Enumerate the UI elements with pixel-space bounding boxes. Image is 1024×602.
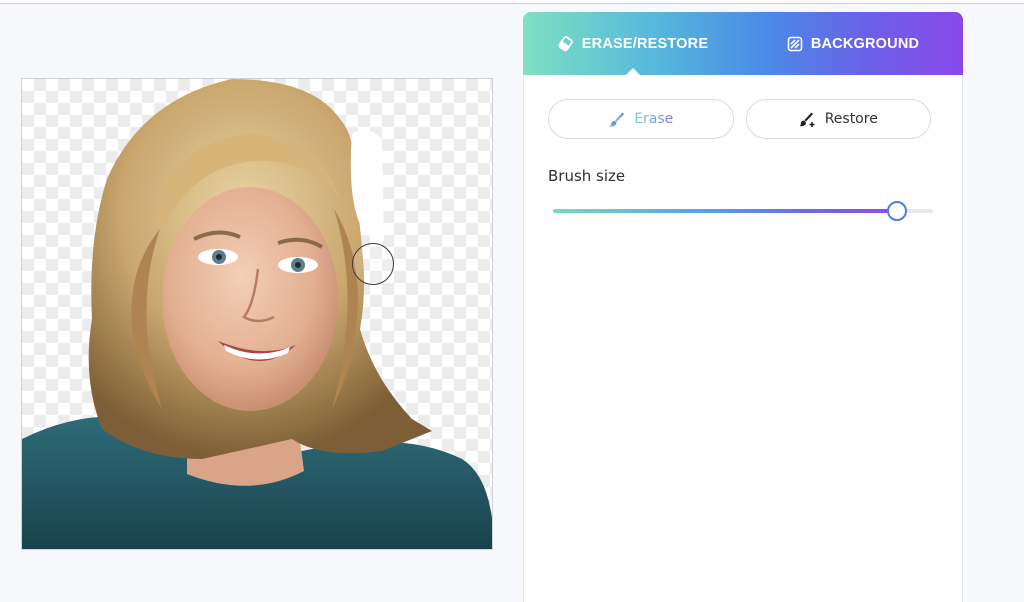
slider-fill bbox=[553, 209, 897, 213]
restore-button[interactable]: Restore bbox=[745, 99, 931, 139]
erase-button-label: Erase bbox=[634, 111, 674, 127]
tab-background-label: BACKGROUND bbox=[810, 35, 920, 52]
tab-erase-restore-label: ERASE/RESTORE bbox=[581, 35, 709, 52]
slider-thumb[interactable] bbox=[886, 201, 907, 221]
restore-button-label: Restore bbox=[824, 111, 878, 127]
erase-button[interactable]: Erase bbox=[548, 99, 734, 139]
background-icon bbox=[787, 36, 803, 52]
brush-cursor bbox=[352, 243, 394, 285]
tab-erase-restore[interactable]: ERASE/RESTORE bbox=[523, 12, 743, 75]
portrait-image bbox=[22, 79, 492, 549]
tab-background[interactable]: BACKGROUND bbox=[743, 12, 963, 75]
top-divider bbox=[0, 0, 1024, 4]
tab-bar: ERASE/RESTORE BACKGROUND bbox=[523, 12, 963, 75]
image-canvas[interactable] bbox=[21, 78, 493, 550]
brush-size-label: Brush size bbox=[548, 167, 626, 185]
editor-panel: ERASE/RESTORE BACKGROUND Erase Restore B… bbox=[523, 12, 963, 602]
brush-plus-icon bbox=[799, 111, 816, 128]
mode-toggle: Erase Restore bbox=[548, 99, 931, 139]
eraser-icon bbox=[558, 35, 574, 52]
brush-gradient-icon bbox=[608, 111, 625, 128]
brush-size-slider[interactable] bbox=[553, 201, 933, 221]
